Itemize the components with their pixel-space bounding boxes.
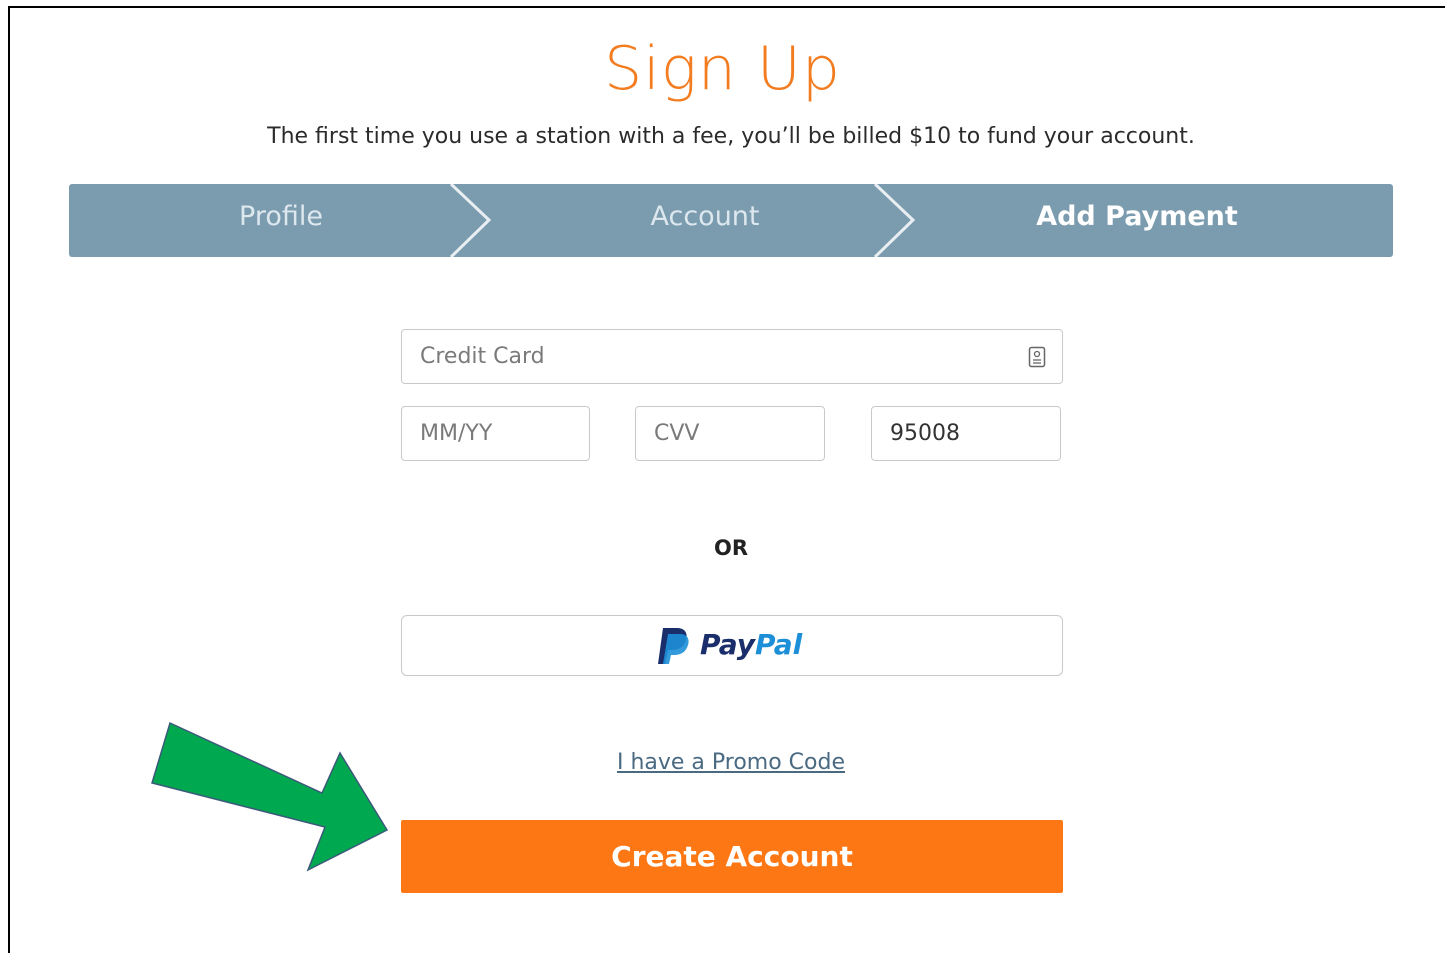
cvv-input[interactable] bbox=[635, 406, 825, 461]
page-title: Sign Up bbox=[604, 34, 841, 104]
card-autofill-icon[interactable] bbox=[1028, 346, 1046, 368]
create-account-button[interactable]: Create Account bbox=[401, 820, 1063, 893]
paypal-pay-text: Pay bbox=[700, 628, 756, 661]
signup-steps-bar: Profile Account Add Payment bbox=[69, 184, 1393, 257]
or-divider: OR bbox=[713, 536, 749, 560]
page-subtitle: The first time you use a station with a … bbox=[267, 124, 1195, 149]
paypal-wordmark: PayPal bbox=[700, 628, 802, 661]
step-add-payment[interactable]: Add Payment bbox=[917, 184, 1357, 257]
green-arrow-icon bbox=[151, 721, 389, 872]
step-account[interactable]: Account bbox=[493, 184, 917, 257]
credit-card-input[interactable] bbox=[401, 329, 1063, 384]
paypal-logo-icon bbox=[658, 628, 689, 664]
zip-input[interactable] bbox=[871, 406, 1061, 461]
paypal-pal-text: Pal bbox=[755, 628, 803, 661]
step-profile[interactable]: Profile bbox=[69, 184, 493, 257]
expiry-input[interactable] bbox=[401, 406, 590, 461]
paypal-button[interactable]: PayPal bbox=[401, 615, 1063, 676]
